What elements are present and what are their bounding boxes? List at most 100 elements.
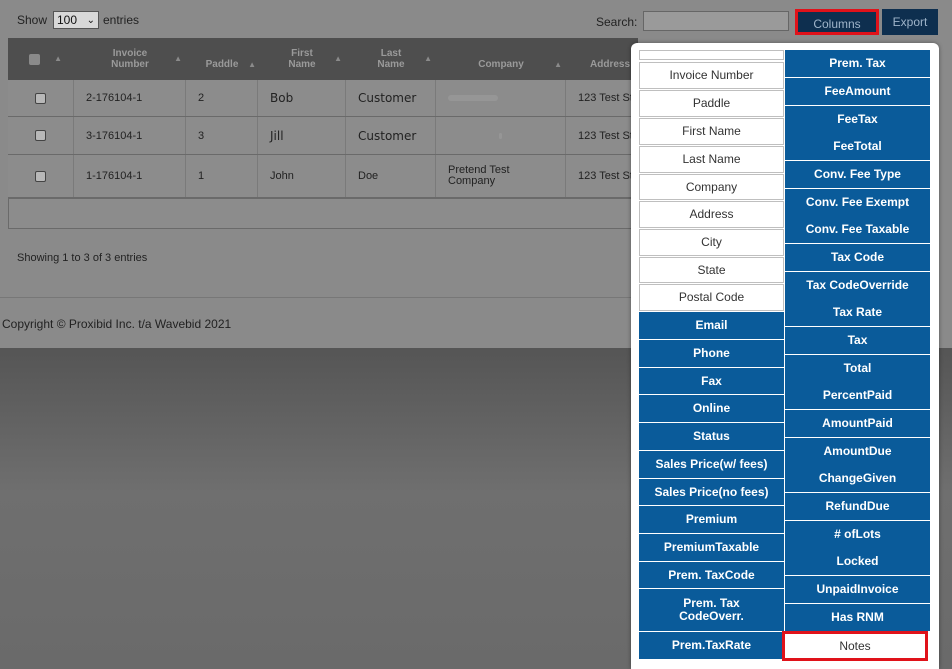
column-toggle-email[interactable]: Email bbox=[639, 312, 784, 339]
column-toggle-oflots[interactable]: # ofLots bbox=[785, 521, 930, 548]
column-toggle-postal-code[interactable]: Postal Code bbox=[639, 284, 784, 311]
row-select-cell bbox=[8, 117, 74, 154]
first-name-cell: Jill bbox=[258, 117, 346, 154]
column-toggle-fax[interactable]: Fax bbox=[639, 368, 784, 394]
column-toggle-tax[interactable]: Tax bbox=[785, 327, 930, 354]
column-toggle-notes[interactable]: Notes bbox=[782, 631, 928, 661]
show-label: Show bbox=[17, 13, 48, 27]
column-toggle-last-name[interactable]: Last Name bbox=[639, 146, 784, 173]
column-toggle-refunddue[interactable]: RefundDue bbox=[785, 493, 930, 520]
row-checkbox[interactable] bbox=[35, 170, 46, 182]
column-toggle-conv-fee-taxable[interactable]: Conv. Fee Taxable bbox=[785, 216, 930, 243]
table-row[interactable]: 1-176104-1 1 John Doe Pretend Test Compa… bbox=[8, 155, 638, 198]
invoice-number-cell: 1-176104-1 bbox=[74, 155, 186, 197]
company-cell bbox=[436, 117, 566, 154]
table-info: Showing 1 to 3 of 3 entries bbox=[17, 252, 148, 264]
redacted-text bbox=[448, 95, 498, 101]
column-toggle-premiumtaxable[interactable]: PremiumTaxable bbox=[639, 534, 784, 561]
column-header-label: Paddle bbox=[205, 58, 239, 70]
search-input[interactable] bbox=[643, 11, 789, 31]
column-toggle-prem-tax[interactable]: Prem. Tax bbox=[785, 50, 930, 77]
column-toggle-sales-price-w-fees[interactable]: Sales Price(w/ fees) bbox=[639, 451, 784, 478]
sort-icon: ▲ bbox=[334, 54, 342, 63]
column-toggle-feeamount[interactable]: FeeAmount bbox=[785, 78, 930, 105]
first-name-cell: John bbox=[258, 155, 346, 197]
entries-label: entries bbox=[103, 13, 140, 27]
row-checkbox[interactable] bbox=[35, 130, 46, 141]
table-row[interactable]: 3-176104-1 3 Jill Customer 123 Test St bbox=[8, 117, 638, 155]
address-cell: 123 Test St bbox=[578, 92, 633, 104]
column-header-label: Address bbox=[590, 58, 631, 70]
column-toggle-total[interactable]: Total bbox=[785, 355, 930, 382]
column-toggle-tax-code[interactable]: Tax Code bbox=[785, 244, 930, 271]
column-toggle-prem-taxcode[interactable]: Prem. TaxCode bbox=[639, 562, 784, 588]
column-header-address[interactable]: Address bbox=[566, 38, 638, 80]
column-toggle-city[interactable]: City bbox=[639, 229, 784, 256]
column-toggle-state[interactable]: State bbox=[639, 257, 784, 283]
column-header-invoice-number[interactable]: Invoice Number ▲︎ bbox=[74, 38, 186, 80]
column-toggle-conv-fee-type[interactable]: Conv. Fee Type bbox=[785, 161, 930, 188]
column-toggle-amountpaid[interactable]: AmountPaid bbox=[785, 410, 930, 437]
address-cell: 123 Test St bbox=[578, 129, 633, 142]
column-toggle-online[interactable]: Online bbox=[639, 395, 784, 422]
column-header-paddle[interactable]: Paddle ▲ bbox=[186, 38, 258, 80]
column-toggle-address[interactable]: Address bbox=[639, 201, 784, 228]
last-name-cell: Customer bbox=[346, 117, 436, 154]
invoice-number-cell: 3-176104-1 bbox=[74, 117, 186, 154]
entries-select[interactable]: 100 ⌄ bbox=[53, 11, 99, 29]
column-header-first-name[interactable]: First Name ▲ bbox=[258, 38, 346, 80]
column-toggle-has-rnm[interactable]: Has RNM bbox=[785, 604, 930, 631]
column-toggle-invoice-number[interactable]: Invoice Number bbox=[639, 62, 784, 89]
search-label: Search: bbox=[596, 15, 638, 29]
chevron-down-icon: ⌄ bbox=[86, 15, 95, 26]
columns-popup: Invoice Number Paddle First Name Last Name C… bbox=[631, 43, 939, 669]
paddle-cell: 2 bbox=[186, 80, 258, 116]
column-toggle-phone[interactable]: Phone bbox=[639, 340, 784, 367]
invoice-number-cell: 2-176104-1 bbox=[74, 80, 186, 116]
row-select-cell bbox=[8, 155, 74, 197]
entries-select-value: 100 bbox=[57, 13, 78, 27]
column-header-label: Invoice Number bbox=[111, 48, 149, 70]
column-toggle-unpaidinvoice[interactable]: UnpaidInvoice bbox=[785, 576, 930, 603]
sort-icon: ▲ bbox=[424, 54, 432, 63]
sort-icon: ▲︎ bbox=[174, 54, 182, 63]
address-cell: 123 Test St bbox=[578, 170, 633, 182]
column-toggle-prem-tax-codeoverr[interactable]: Prem. Tax CodeOverr. bbox=[639, 589, 784, 631]
column-toggle-status[interactable]: Status bbox=[639, 423, 784, 450]
last-name-cell: Customer bbox=[346, 80, 436, 116]
column-toggle-premium[interactable]: Premium bbox=[639, 506, 784, 533]
columns-button[interactable]: Columns bbox=[795, 9, 879, 35]
column-toggle-percentpaid[interactable]: PercentPaid bbox=[785, 382, 930, 409]
company-cell: Pretend Test Company bbox=[436, 155, 566, 197]
column-header-last-name[interactable]: Last Name ▲ bbox=[346, 38, 436, 80]
table-toolbar: Show 100 ⌄ entries Search: Columns Expor… bbox=[0, 0, 952, 40]
paddle-cell: 1 bbox=[186, 155, 258, 197]
column-toggle-first-name[interactable]: First Name bbox=[639, 118, 784, 145]
column-header-label: First Name bbox=[288, 48, 316, 70]
row-checkbox[interactable] bbox=[35, 92, 46, 104]
column-toggle-blank[interactable] bbox=[639, 50, 784, 60]
sort-icon: ▲ bbox=[554, 60, 562, 69]
export-button[interactable]: Export bbox=[882, 9, 938, 35]
last-name-cell: Doe bbox=[346, 155, 436, 197]
sort-icon: ▲ bbox=[248, 60, 256, 69]
column-toggle-feetax[interactable]: FeeTax bbox=[785, 106, 930, 133]
select-all-header: ▲ bbox=[8, 38, 74, 80]
first-name-cell: Bob bbox=[258, 80, 346, 116]
column-toggle-tax-codeoverride[interactable]: Tax CodeOverride bbox=[785, 272, 930, 299]
column-header-company[interactable]: Company ▲ bbox=[436, 38, 566, 80]
column-toggle-locked[interactable]: Locked bbox=[785, 548, 930, 575]
column-toggle-amountdue[interactable]: AmountDue bbox=[785, 438, 930, 465]
column-header-label: Last Name bbox=[377, 48, 405, 70]
column-toggle-tax-rate[interactable]: Tax Rate bbox=[785, 299, 930, 326]
column-toggle-prem-taxrate[interactable]: Prem.TaxRate bbox=[639, 632, 784, 659]
column-toggle-changegiven[interactable]: ChangeGiven bbox=[785, 465, 930, 492]
column-toggle-paddle[interactable]: Paddle bbox=[639, 90, 784, 117]
column-toggle-feetotal[interactable]: FeeTotal bbox=[785, 133, 930, 160]
table-header: ▲ Invoice Number ▲︎ Paddle ▲ First Name … bbox=[8, 38, 638, 80]
column-toggle-sales-price-no-fees[interactable]: Sales Price(no fees) bbox=[639, 479, 784, 505]
table-row[interactable]: 2-176104-1 2 Bob Customer 123 Test St bbox=[8, 80, 638, 117]
select-all-checkbox[interactable] bbox=[28, 53, 40, 65]
column-toggle-company[interactable]: Company bbox=[639, 174, 784, 200]
column-toggle-conv-fee-exempt[interactable]: Conv. Fee Exempt bbox=[785, 189, 930, 216]
